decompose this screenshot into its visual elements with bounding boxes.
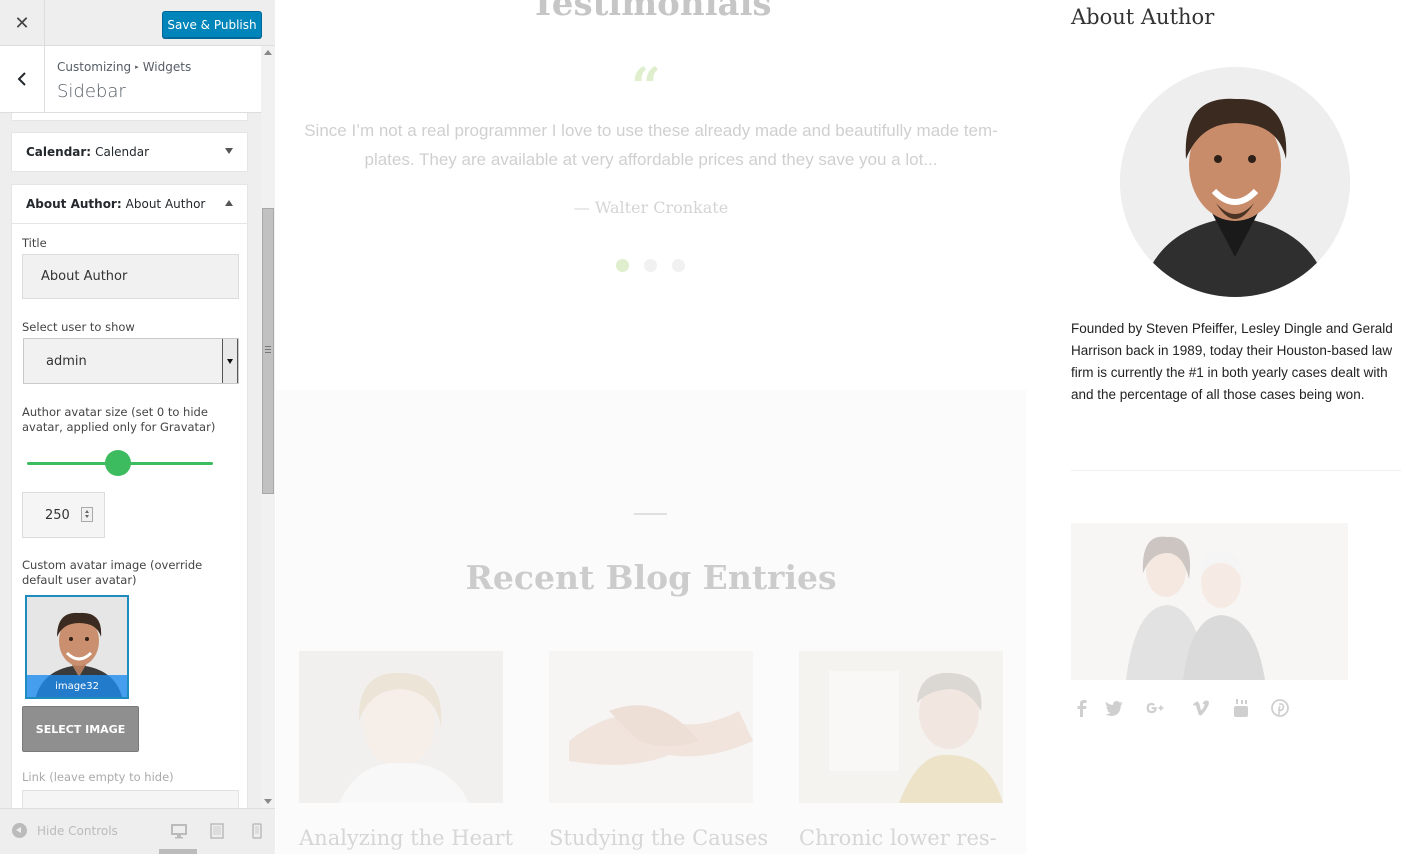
breadcrumb-customizing: Customizing xyxy=(57,60,132,74)
collapse-icon xyxy=(12,823,27,838)
widget-type: Calendar: xyxy=(26,145,92,159)
man-portrait-image xyxy=(1120,67,1350,297)
twitter-icon[interactable] xyxy=(1103,697,1125,719)
dropdown-arrow-icon[interactable] xyxy=(222,339,238,383)
breadcrumb-widgets: Widgets xyxy=(142,60,192,74)
sidebar-banner-image xyxy=(1071,523,1348,680)
vimeo-icon[interactable] xyxy=(1190,697,1212,719)
avatar-size-value: 250 xyxy=(45,507,70,523)
customizer-header: ✕ Save & Publish xyxy=(0,0,275,46)
section-title: Sidebar xyxy=(57,81,126,102)
grip-icon xyxy=(265,346,271,353)
blog-post-title-3[interactable]: Chronic lower res- xyxy=(799,826,997,850)
breadcrumb-separator: ▸ xyxy=(135,63,139,71)
breadcrumb: Customizing ▸ Widgets xyxy=(57,60,191,74)
hide-controls-label: Hide Controls xyxy=(37,823,118,838)
two-women-image xyxy=(1071,523,1348,680)
title-label: Title xyxy=(22,236,47,250)
customizer-sidebar: ✕ Save & Publish Customizing ▸ Widgets Sid… xyxy=(0,0,275,854)
avatar-size-slider-thumb[interactable] xyxy=(105,450,132,476)
slider-dots xyxy=(616,259,700,272)
section-header: Customizing ▸ Widgets Sidebar xyxy=(0,46,261,113)
user-select-label: Select user to show xyxy=(22,320,135,334)
testimonial-author: — Walter Cronkate xyxy=(573,198,729,217)
blog-post-title-1[interactable]: Analyzing the Heart xyxy=(299,826,513,850)
site-preview: Testimonials “ Since I’m not a real prog… xyxy=(276,0,1419,854)
slider-dot[interactable] xyxy=(616,259,629,272)
avatar-size-label: Author avatar size (set 0 to hide avatar… xyxy=(22,405,216,434)
google-plus-icon[interactable] xyxy=(1144,697,1166,719)
title-input[interactable]: About Author xyxy=(22,254,239,299)
selected-avatar-image[interactable]: image32 xyxy=(25,595,129,699)
testimonial-text: Since I’m not a real programmer I love t… xyxy=(304,121,998,169)
chevron-left-icon xyxy=(17,72,26,86)
user-select[interactable]: admin xyxy=(23,338,239,384)
tablet-icon[interactable] xyxy=(209,823,225,839)
active-device-indicator xyxy=(159,849,197,854)
mobile-icon[interactable] xyxy=(249,823,265,839)
widget-calendar-header[interactable]: Calendar: Calendar xyxy=(11,132,248,172)
sidebar-divider xyxy=(1071,470,1401,471)
elderly-woman-image xyxy=(799,651,1003,803)
author-bio: Founded by Steven Pfeiffer, Lesley Dingl… xyxy=(1071,321,1393,402)
desktop-icon[interactable] xyxy=(171,823,187,839)
scrollbar-thumb[interactable] xyxy=(262,208,274,494)
quote-icon: “ xyxy=(631,57,661,118)
widget-title: Calendar xyxy=(95,145,150,159)
slider-dot[interactable] xyxy=(644,259,657,272)
scroll-down-icon[interactable] xyxy=(264,799,272,804)
about-author-form: Title About Author Select user to show a… xyxy=(11,224,248,808)
about-author-widget-title: About Author xyxy=(1071,5,1215,29)
blog-post-image-2[interactable] xyxy=(549,651,753,803)
author-avatar xyxy=(1120,67,1350,297)
caret-down-icon xyxy=(225,148,233,154)
testimonials-title: Testimonials xyxy=(530,0,772,24)
blog-divider xyxy=(634,513,667,515)
close-customizer-button[interactable]: ✕ xyxy=(0,0,45,46)
link-input[interactable] xyxy=(22,790,239,808)
widget-title: About Author xyxy=(125,197,206,211)
slider-dot[interactable] xyxy=(672,259,685,272)
avatar-caption: image32 xyxy=(27,675,127,697)
select-image-button[interactable]: SELECT IMAGE xyxy=(22,706,139,752)
previous-widget-edge xyxy=(11,113,248,121)
caret-up-icon xyxy=(225,200,233,206)
widget-about-author-header[interactable]: About Author: About Author xyxy=(11,184,248,224)
blog-title: Recent Blog Entries xyxy=(465,558,837,597)
link-label: Link (leave empty to hide) xyxy=(22,770,174,784)
hide-controls-button[interactable]: Hide Controls xyxy=(12,823,118,838)
user-select-value: admin xyxy=(46,353,87,369)
widget-type: About Author: xyxy=(26,197,122,211)
panel-scrollbar[interactable] xyxy=(261,46,275,808)
blog-post-image-3[interactable] xyxy=(799,651,1003,803)
save-publish-button[interactable]: Save & Publish xyxy=(162,11,262,38)
widget-panel: Calendar: Calendar About Author: About Aut… xyxy=(0,113,261,808)
scroll-up-icon[interactable] xyxy=(264,50,272,55)
back-button[interactable] xyxy=(0,46,45,112)
woman-portrait-image xyxy=(299,651,503,803)
customizer-footer: Hide Controls xyxy=(0,808,275,854)
pinterest-icon[interactable] xyxy=(1269,697,1291,719)
blog-post-image-1[interactable] xyxy=(299,651,503,803)
facebook-icon[interactable] xyxy=(1071,697,1093,719)
holding-hands-image xyxy=(549,651,753,803)
number-spinner-icon[interactable] xyxy=(81,507,93,522)
blog-post-title-2[interactable]: Studying the Causes xyxy=(549,826,768,850)
avatar-size-input[interactable]: 250 xyxy=(22,492,105,538)
youtube-icon[interactable] xyxy=(1230,697,1252,719)
custom-avatar-label: Custom avatar image (override default us… xyxy=(22,558,203,587)
